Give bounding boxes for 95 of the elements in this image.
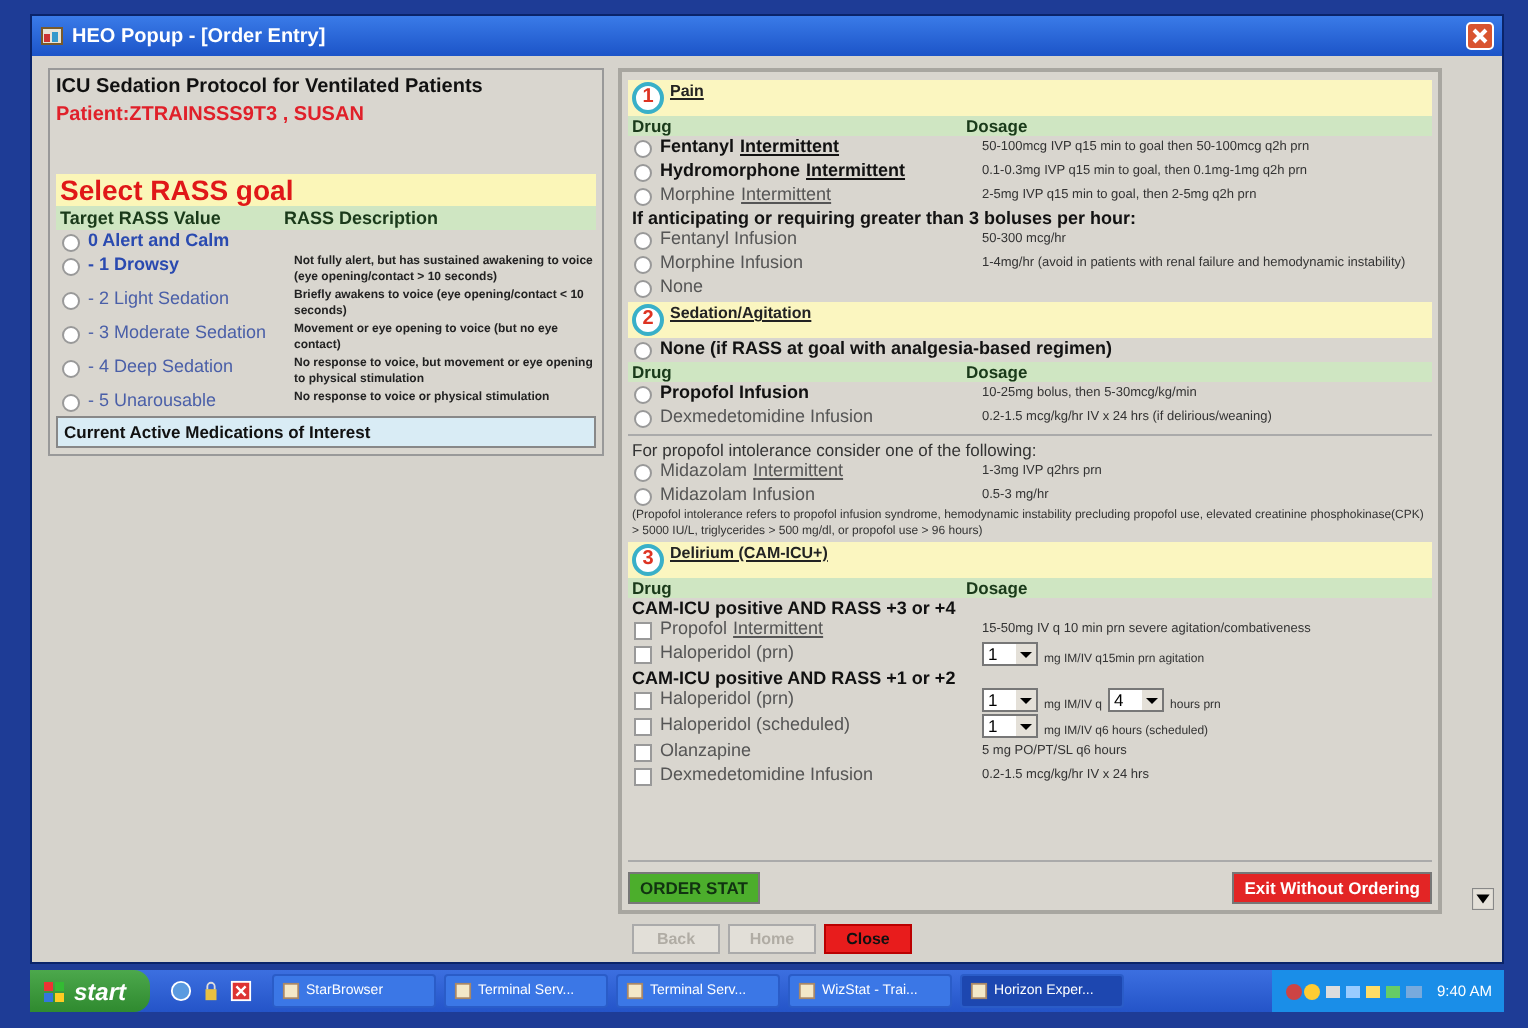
radio-button[interactable]: [62, 326, 80, 344]
rass-value[interactable]: - 3 Moderate Sedation: [88, 322, 286, 342]
radio-button[interactable]: [634, 188, 652, 206]
column-heading: Drug: [632, 362, 674, 382]
drug-name: Fentanyl: [660, 136, 735, 156]
window-icon: [626, 982, 645, 1000]
section-link[interactable]: Pain: [670, 82, 704, 100]
step-number: 2: [632, 304, 664, 336]
radio-button[interactable]: [62, 292, 80, 310]
medications-heading: Current Active Medications of Interest: [56, 416, 596, 448]
rass-value[interactable]: - 1 Drowsy: [88, 254, 286, 274]
drug-name: Midazolam Infusion: [660, 484, 816, 504]
radio-button[interactable]: [634, 488, 652, 506]
column-heading: RASS Description: [284, 208, 439, 228]
radio-button[interactable]: [634, 342, 652, 360]
protocol-title: ICU Sedation Protocol for Ventilated Patients: [56, 76, 485, 98]
column-heading: Dosage: [966, 578, 1028, 598]
column-heading: Target RASS Value: [60, 208, 223, 228]
lock-icon[interactable]: [200, 980, 223, 1002]
step-number: 1: [632, 82, 664, 114]
column-heading: Dosage: [966, 116, 1028, 136]
instruction-text: For propofol intolerance consider one of the following:: [628, 434, 1432, 460]
drug-name: Hydromorphone: [660, 160, 801, 180]
drug-name: Olanzapine: [660, 740, 752, 760]
dropdown[interactable]: 4: [1108, 688, 1165, 712]
nav-button[interactable]: Close: [824, 923, 912, 953]
radio-button[interactable]: [634, 410, 652, 428]
checkbox[interactable]: [634, 744, 652, 762]
section-link[interactable]: Sedation/Agitation: [670, 304, 812, 322]
radio-button[interactable]: [634, 464, 652, 482]
radio-button[interactable]: [634, 386, 652, 404]
step-number: 3: [632, 544, 664, 576]
dropdown[interactable]: 1: [982, 714, 1038, 738]
subheading: CAM-ICU positive AND RASS +1 or +2: [630, 668, 958, 688]
radio-button[interactable]: [634, 232, 652, 250]
checkbox[interactable]: [634, 622, 652, 640]
window-icon: [454, 982, 473, 1000]
start-button[interactable]: start: [30, 970, 151, 1012]
drug-link[interactable]: Intermittent: [733, 618, 824, 638]
globe-icon[interactable]: [170, 980, 193, 1002]
action-button[interactable]: ORDER STAT: [628, 872, 760, 904]
column-heading: Dosage: [966, 362, 1028, 382]
drug-name: Dexmedetomidine Infusion: [660, 764, 874, 784]
goal-heading: Select RASS goal: [56, 174, 596, 206]
drug-name: Fentanyl Infusion: [660, 228, 798, 248]
close-icon[interactable]: [1466, 22, 1494, 50]
drug-name: None: [660, 276, 704, 296]
radio-button[interactable]: [634, 256, 652, 274]
drug-name: Haloperidol (prn): [660, 688, 795, 708]
radio-button[interactable]: [634, 280, 652, 298]
radio-button[interactable]: [62, 360, 80, 378]
drug-name: None (if RASS at goal with analgesia-based regimen): [660, 338, 1113, 358]
drug-name: Haloperidol (scheduled): [660, 714, 851, 734]
drug-link[interactable]: Intermittent: [741, 184, 832, 204]
dropdown[interactable]: 1: [982, 642, 1038, 666]
drug-link[interactable]: Intermittent: [740, 136, 840, 156]
rass-value[interactable]: 0 Alert and Calm: [88, 230, 286, 250]
windows-flag-icon: [42, 979, 66, 1003]
rass-value[interactable]: - 4 Deep Sedation: [88, 356, 286, 376]
drug-name: Dexmedetomidine Infusion: [660, 406, 874, 426]
drug-name: Propofol: [660, 618, 728, 638]
action-button[interactable]: Exit Without Ordering: [1232, 872, 1432, 904]
drug-link[interactable]: Intermittent: [753, 460, 844, 480]
rass-value[interactable]: - 2 Light Sedation: [88, 288, 286, 308]
close-icon[interactable]: [230, 980, 253, 1002]
drug-name: Haloperidol (prn): [660, 642, 795, 662]
radio-button[interactable]: [634, 164, 652, 182]
scroll-down-icon[interactable]: [1472, 888, 1494, 910]
window-title: HEO Popup - [Order Entry]: [72, 25, 328, 47]
dropdown[interactable]: 1: [982, 688, 1038, 712]
checkbox[interactable]: [634, 768, 652, 786]
window-icon: [798, 982, 817, 1000]
radio-button[interactable]: [62, 234, 80, 252]
radio-button[interactable]: [634, 140, 652, 158]
section-link[interactable]: Delirium (CAM-ICU+): [670, 544, 828, 562]
rass-value[interactable]: - 5 Unarousable: [88, 390, 286, 410]
checkbox[interactable]: [634, 692, 652, 710]
column-heading: Drug: [632, 116, 674, 136]
subheading: If anticipating or requiring greater than 3 boluses per hour:: [630, 208, 1139, 228]
column-heading: Drug: [632, 578, 674, 598]
drug-name: Propofol Infusion: [660, 382, 809, 402]
checkbox[interactable]: [634, 646, 652, 664]
radio-button[interactable]: [62, 258, 80, 276]
checkbox[interactable]: [634, 718, 652, 736]
subheading: CAM-ICU positive AND RASS +3 or +4: [630, 598, 958, 618]
radio-button[interactable]: [62, 394, 80, 412]
drug-link[interactable]: Intermittent: [806, 160, 906, 180]
drug-name: Morphine: [660, 184, 736, 204]
patient-name: Patient:ZTRAINSSS9T3 , SUSAN: [56, 104, 366, 126]
app-icon: [40, 24, 64, 48]
drug-name: Morphine Infusion: [660, 252, 804, 272]
drug-name: Midazolam: [660, 460, 748, 480]
window-icon: [282, 982, 301, 1000]
tray-icons-drawing[interactable]: [1284, 981, 1425, 1001]
window-icon: [970, 982, 989, 1000]
